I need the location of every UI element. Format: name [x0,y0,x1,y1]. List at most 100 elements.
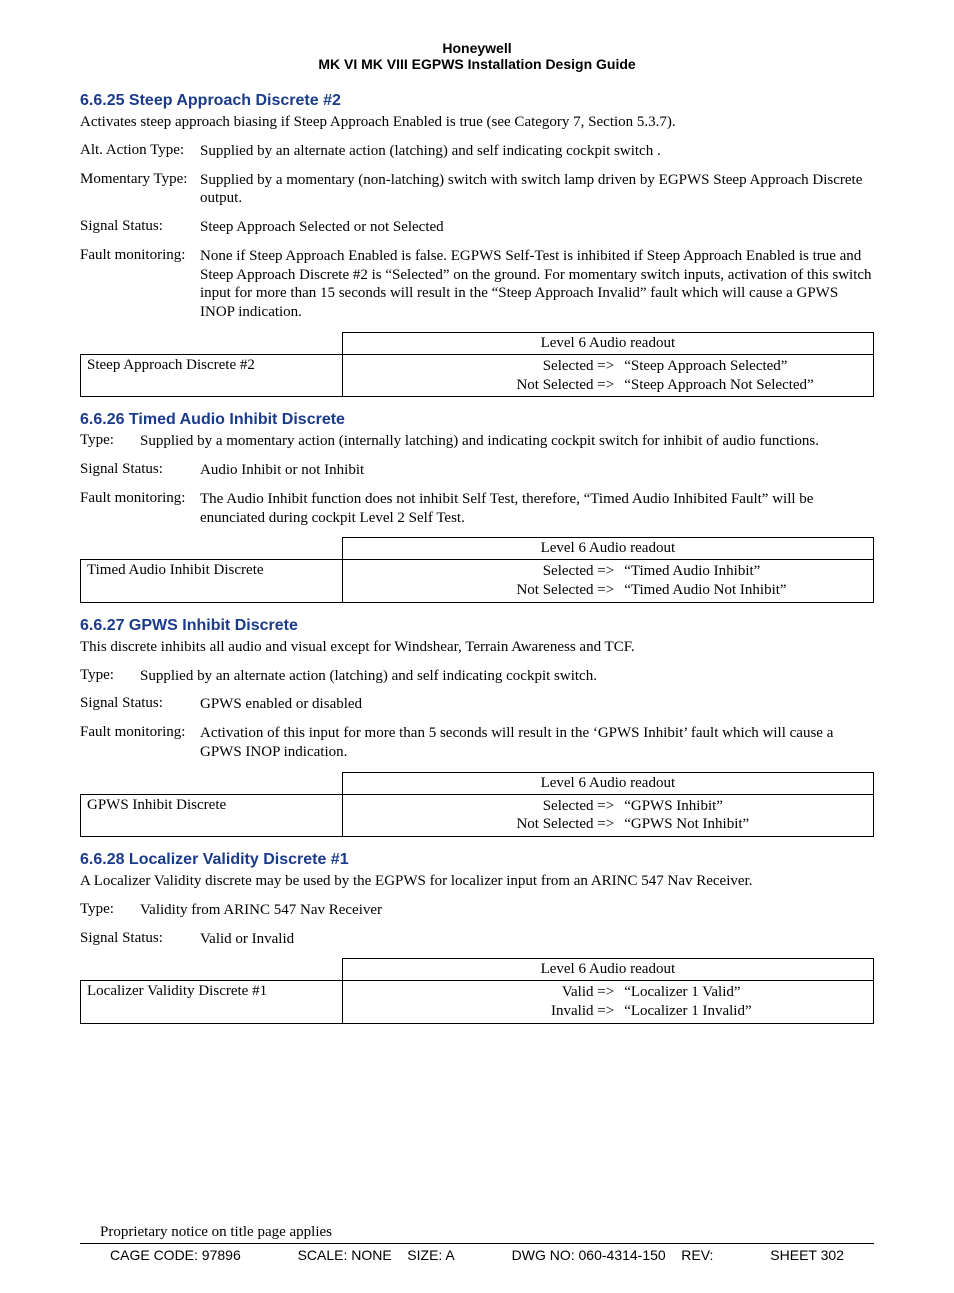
readout-state: Selected => [349,562,619,581]
definition-label: Momentary Type: [80,171,200,209]
definition-body: None if Steep Approach Enabled is false.… [200,247,874,322]
brand-name: Honeywell [80,40,874,56]
table-empty-cell [81,538,343,560]
definition-label: Fault monitoring: [80,247,200,322]
readout-table: Level 6 Audio readoutTimed Audio Inhibit… [80,537,874,603]
definition-label: Type: [80,901,140,920]
readout-table: Level 6 Audio readoutGPWS Inhibit Discre… [80,772,874,838]
definition-body: Supplied by an alternate action (latchin… [140,667,874,686]
table-header-right: Level 6 Audio readout [342,959,873,981]
table-name-cell: Localizer Validity Discrete #1 [81,981,343,1024]
readout-state: Invalid => [349,1002,619,1021]
readout-message: “Steep Approach Not Selected” [618,376,867,395]
readout-line: Selected =>“GPWS Inhibit” [349,797,867,816]
section-heading: 6.6.28 Localizer Validity Discrete #1 [80,851,874,869]
table-readout-cell: Valid =>“Localizer 1 Valid”Invalid =>“Lo… [342,981,873,1024]
table-name-cell: Steep Approach Discrete #2 [81,354,343,397]
page-header: Honeywell MK VI MK VIII EGPWS Installati… [80,40,874,72]
readout-state: Not Selected => [349,581,619,600]
definition-row: Type:Supplied by an alternate action (la… [80,667,874,686]
section-intro: A Localizer Validity discrete may be use… [80,872,874,891]
definition-body: Validity from ARINC 547 Nav Receiver [140,901,874,920]
table-header-right: Level 6 Audio readout [342,538,873,560]
sheet-label: SHEET [770,1247,816,1263]
readout-message: “Localizer 1 Valid” [618,983,867,1002]
definition-label: Signal Status: [80,930,200,949]
definition-body: Activation of this input for more than 5… [200,724,874,762]
definition-body: The Audio Inhibit function does not inhi… [200,490,874,528]
readout-line: Invalid =>“Localizer 1 Invalid” [349,1002,867,1021]
section-heading: 6.6.26 Timed Audio Inhibit Discrete [80,411,874,429]
definition-label: Alt. Action Type: [80,142,200,161]
cage-code: CAGE CODE: 97896 [110,1247,241,1263]
readout-line: Selected =>“Steep Approach Selected” [349,357,867,376]
readout-message: “GPWS Not Inhibit” [618,815,867,834]
table-readout-cell: Selected =>“Timed Audio Inhibit”Not Sele… [342,560,873,603]
section-heading: 6.6.25 Steep Approach Discrete #2 [80,92,874,110]
definition-body: Audio Inhibit or not Inhibit [200,461,874,480]
definition-row: Signal Status:GPWS enabled or disabled [80,695,874,714]
definition-row: Signal Status:Valid or Invalid [80,930,874,949]
readout-message: “Timed Audio Inhibit” [618,562,867,581]
readout-state: Not Selected => [349,815,619,834]
readout-table: Level 6 Audio readoutLocalizer Validity … [80,958,874,1024]
definition-row: Momentary Type:Supplied by a momentary (… [80,171,874,209]
table-readout-cell: Selected =>“GPWS Inhibit”Not Selected =>… [342,794,873,837]
definition-label: Type: [80,667,140,686]
proprietary-notice: Proprietary notice on title page applies [100,1224,874,1241]
readout-message: “Localizer 1 Invalid” [618,1002,867,1021]
definition-label: Signal Status: [80,461,200,480]
table-readout-cell: Selected =>“Steep Approach Selected”Not … [342,354,873,397]
readout-line: Selected =>“Timed Audio Inhibit” [349,562,867,581]
rev: REV: [681,1247,713,1263]
table-header-right: Level 6 Audio readout [342,772,873,794]
definition-row: Signal Status:Audio Inhibit or not Inhib… [80,461,874,480]
definition-label: Fault monitoring: [80,490,200,528]
size: SIZE: A [407,1247,454,1263]
definition-body: Supplied by an alternate action (latchin… [200,142,874,161]
readout-message: “GPWS Inhibit” [618,797,867,816]
table-header-right: Level 6 Audio readout [342,332,873,354]
definition-label: Type: [80,432,140,451]
section-intro: This discrete inhibits all audio and vis… [80,638,874,657]
definition-body: Supplied by a momentary action (internal… [140,432,874,451]
readout-state: Valid => [349,983,619,1002]
definition-row: Signal Status:Steep Approach Selected or… [80,218,874,237]
readout-state: Not Selected => [349,376,619,395]
definition-body: Supplied by a momentary (non-latching) s… [200,171,874,209]
readout-message: “Timed Audio Not Inhibit” [618,581,867,600]
readout-line: Valid =>“Localizer 1 Valid” [349,983,867,1002]
definition-label: Fault monitoring: [80,724,200,762]
table-empty-cell [81,959,343,981]
table-empty-cell [81,332,343,354]
definition-row: Fault monitoring:The Audio Inhibit funct… [80,490,874,528]
footer-bar: CAGE CODE: 97896 SCALE: NONE SIZE: A DWG… [80,1243,874,1263]
readout-state: Selected => [349,797,619,816]
definition-row: Type:Supplied by a momentary action (int… [80,432,874,451]
table-empty-cell [81,772,343,794]
section-intro: Activates steep approach biasing if Stee… [80,113,874,132]
dwg-no: DWG NO: 060-4314-150 [512,1247,666,1263]
table-name-cell: GPWS Inhibit Discrete [81,794,343,837]
definition-row: Alt. Action Type:Supplied by an alternat… [80,142,874,161]
definition-label: Signal Status: [80,695,200,714]
definition-row: Fault monitoring:Activation of this inpu… [80,724,874,762]
footer: Proprietary notice on title page applies… [80,1224,874,1263]
readout-message: “Steep Approach Selected” [618,357,867,376]
definition-row: Fault monitoring:None if Steep Approach … [80,247,874,322]
readout-table: Level 6 Audio readoutSteep Approach Disc… [80,332,874,398]
section-heading: 6.6.27 GPWS Inhibit Discrete [80,617,874,635]
sheet-number: 302 [821,1247,844,1263]
table-name-cell: Timed Audio Inhibit Discrete [81,560,343,603]
definition-body: Valid or Invalid [200,930,874,949]
readout-line: Not Selected =>“Timed Audio Not Inhibit” [349,581,867,600]
readout-line: Not Selected =>“GPWS Not Inhibit” [349,815,867,834]
readout-line: Not Selected =>“Steep Approach Not Selec… [349,376,867,395]
content-area: 6.6.25 Steep Approach Discrete #2 Activat… [80,92,874,1024]
scale: SCALE: NONE [298,1247,392,1263]
definition-label: Signal Status: [80,218,200,237]
definition-body: Steep Approach Selected or not Selected [200,218,874,237]
readout-state: Selected => [349,357,619,376]
definition-body: GPWS enabled or disabled [200,695,874,714]
doc-title: MK VI MK VIII EGPWS Installation Design … [80,56,874,72]
